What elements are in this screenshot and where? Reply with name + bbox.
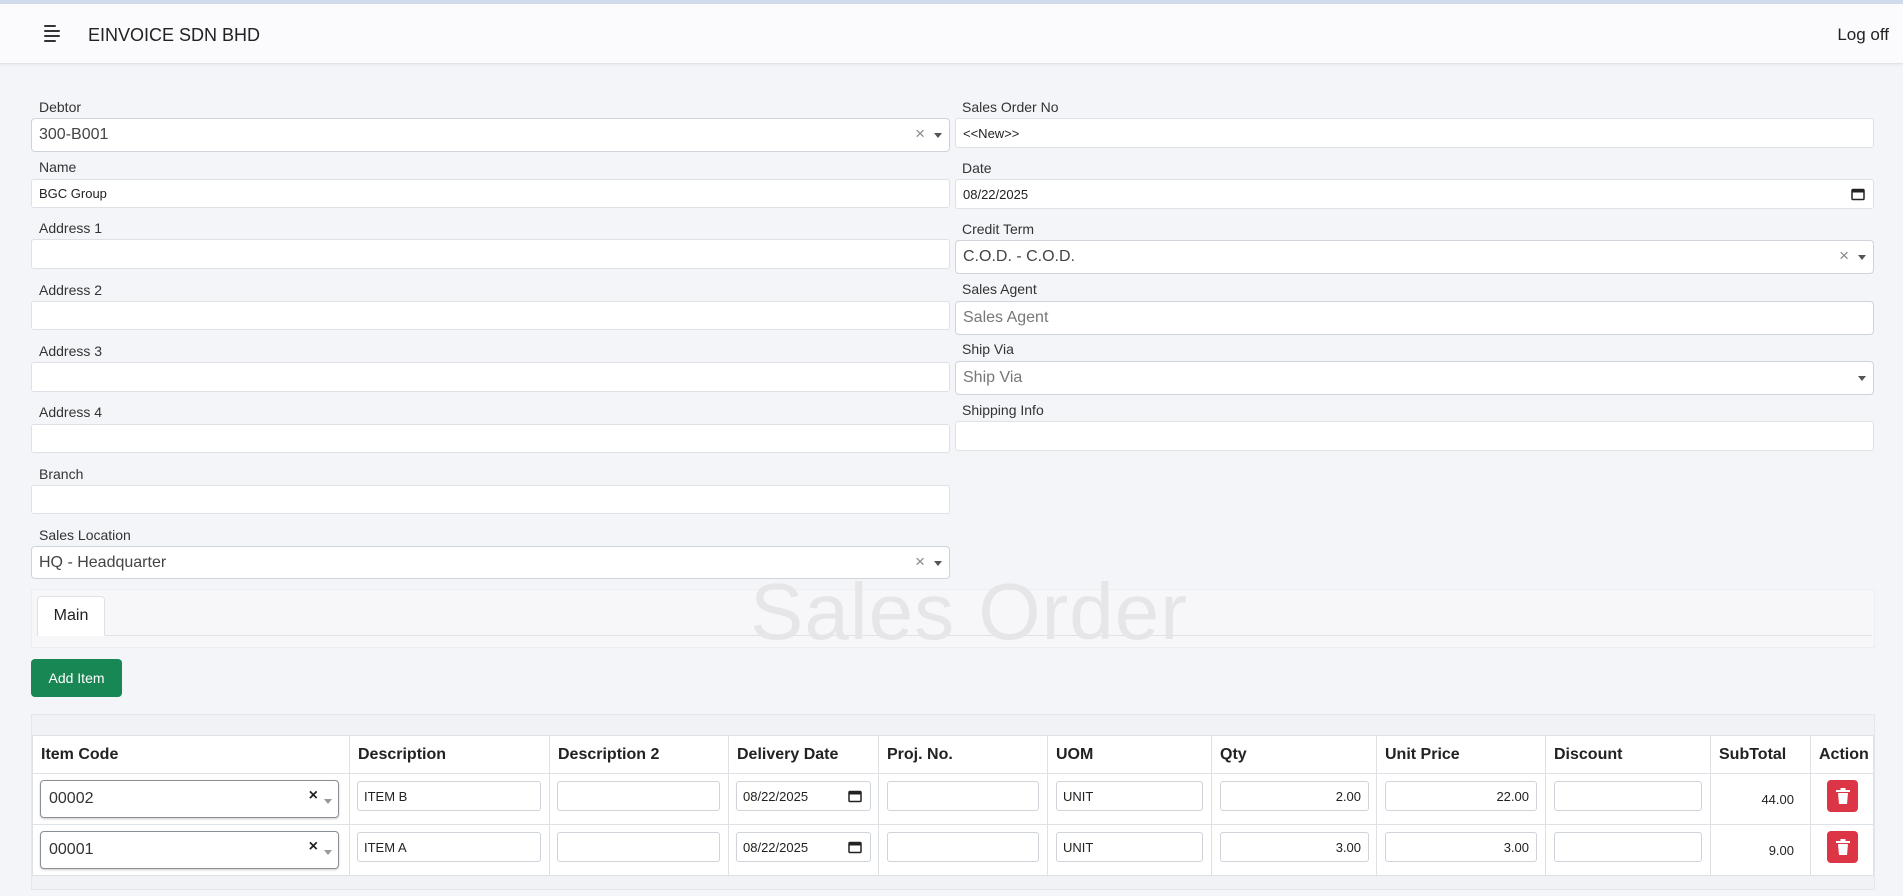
- add-item-button[interactable]: Add Item: [31, 659, 122, 697]
- item-code-select[interactable]: 00001 ×: [40, 831, 339, 869]
- item-code-value: 00001: [49, 841, 94, 858]
- column-header: Proj. No.: [878, 735, 1048, 774]
- unit-price-input[interactable]: 3.00: [1385, 832, 1537, 862]
- chevron-down-icon[interactable]: [324, 799, 332, 804]
- debtor-value: 300-B001: [39, 126, 109, 143]
- logoff-link[interactable]: Log off: [1837, 25, 1889, 45]
- calendar-icon[interactable]: [848, 841, 862, 854]
- description2-input[interactable]: [557, 781, 720, 811]
- chevron-down-icon[interactable]: [324, 850, 332, 855]
- table-row: 00001 × ITEM A 08/22/2025 UNIT 3.00 3.00…: [32, 824, 1874, 876]
- proj-no-input[interactable]: [887, 832, 1039, 862]
- tab-main[interactable]: Main: [37, 596, 105, 636]
- shipping-info-input[interactable]: [955, 421, 1874, 451]
- items-grid: Item Code Description Description 2 Deli…: [31, 714, 1875, 890]
- delete-row-button[interactable]: [1827, 831, 1858, 863]
- sales-agent-placeholder: Sales Agent: [963, 309, 1049, 326]
- address2-label: Address 2: [39, 282, 103, 298]
- uom-input[interactable]: UNIT: [1056, 781, 1203, 811]
- delivery-date-value: 08/22/2025: [743, 788, 809, 804]
- item-code-value: 00002: [49, 790, 94, 807]
- sales-location-label: Sales Location: [39, 527, 131, 543]
- brand-title: EINVOICE SDN BHD: [88, 25, 261, 45]
- address4-input[interactable]: [31, 424, 950, 453]
- column-header: Unit Price: [1376, 735, 1546, 774]
- calendar-icon[interactable]: [1851, 188, 1865, 201]
- subtotal-value: 44.00: [1761, 792, 1794, 807]
- branch-input[interactable]: [31, 485, 950, 514]
- clear-icon[interactable]: ×: [309, 787, 318, 805]
- branch-label: Branch: [39, 466, 84, 482]
- credit-term-select[interactable]: C.O.D. - C.O.D. ×: [955, 240, 1874, 274]
- calendar-icon[interactable]: [848, 790, 862, 803]
- column-header: Delivery Date: [728, 735, 879, 774]
- delete-row-button[interactable]: [1827, 780, 1858, 812]
- qty-input[interactable]: 2.00: [1220, 781, 1369, 811]
- trash-icon: [1835, 788, 1850, 804]
- chevron-down-icon[interactable]: [934, 133, 942, 138]
- shipping-info-label: Shipping Info: [962, 402, 1044, 418]
- items-table: Item Code Description Description 2 Deli…: [32, 735, 1874, 876]
- column-header: Description: [349, 735, 550, 774]
- credit-term-value: C.O.D. - C.O.D.: [963, 248, 1075, 265]
- column-header: Item Code: [32, 735, 350, 774]
- discount-input[interactable]: [1554, 781, 1702, 811]
- trash-icon: [1835, 839, 1850, 855]
- name-input[interactable]: BGC Group: [31, 179, 950, 208]
- date-value: 08/22/2025: [963, 186, 1029, 202]
- column-header: Qty: [1211, 735, 1377, 774]
- sales-order-no-label: Sales Order No: [962, 99, 1059, 115]
- debtor-label: Debtor: [39, 99, 82, 115]
- subtotal-value: 9.00: [1768, 843, 1794, 858]
- table-row: 00002 × ITEM B 08/22/2025 UNIT 2.00 22.0…: [32, 773, 1874, 825]
- column-header: Action: [1810, 735, 1874, 774]
- debtor-select[interactable]: 300-B001 ×: [31, 118, 950, 152]
- uom-input[interactable]: UNIT: [1056, 832, 1203, 862]
- discount-input[interactable]: [1554, 832, 1702, 862]
- item-code-select[interactable]: 00002 ×: [40, 780, 339, 818]
- description2-input[interactable]: [557, 832, 720, 862]
- column-header: Description 2: [549, 735, 729, 774]
- qty-input[interactable]: 3.00: [1220, 832, 1369, 862]
- date-input[interactable]: 08/22/2025: [955, 179, 1874, 209]
- ship-via-label: Ship Via: [962, 341, 1014, 357]
- clear-icon[interactable]: ×: [915, 124, 925, 144]
- navbar: EINVOICE SDN BHD Log off: [0, 4, 1903, 64]
- ship-via-select[interactable]: Ship Via: [955, 361, 1874, 395]
- menu-icon[interactable]: [41, 22, 63, 44]
- sales-order-no-input[interactable]: <<New>>: [955, 118, 1874, 148]
- column-header: Discount: [1545, 735, 1711, 774]
- address4-label: Address 4: [39, 404, 103, 420]
- proj-no-input[interactable]: [887, 781, 1039, 811]
- chevron-down-icon[interactable]: [934, 560, 942, 566]
- clear-icon[interactable]: ×: [309, 838, 318, 856]
- column-header: SubTotal: [1710, 735, 1811, 774]
- tab-panel: Main: [31, 589, 1875, 648]
- sales-agent-label: Sales Agent: [962, 281, 1037, 297]
- date-label: Date: [962, 160, 992, 176]
- sales-location-value: HQ - Headquarter: [39, 553, 167, 571]
- unit-price-input[interactable]: 22.00: [1385, 781, 1537, 811]
- clear-icon[interactable]: ×: [915, 552, 925, 572]
- table-header-row: Item Code Description Description 2 Deli…: [32, 735, 1874, 774]
- ship-via-placeholder: Ship Via: [963, 369, 1023, 386]
- address3-label: Address 3: [39, 343, 103, 359]
- address3-input[interactable]: [31, 362, 950, 392]
- description-input[interactable]: ITEM A: [357, 832, 541, 862]
- delivery-date-input[interactable]: 08/22/2025: [736, 781, 871, 811]
- sales-location-select[interactable]: HQ - Headquarter ×: [31, 546, 950, 579]
- chevron-down-icon[interactable]: [1858, 255, 1866, 260]
- name-label: Name: [39, 159, 77, 175]
- address2-input[interactable]: [31, 301, 950, 330]
- address1-label: Address 1: [39, 220, 103, 236]
- delivery-date-value: 08/22/2025: [743, 839, 809, 855]
- address1-input[interactable]: [31, 239, 950, 269]
- description-input[interactable]: ITEM B: [357, 781, 541, 811]
- sales-agent-input[interactable]: Sales Agent: [955, 301, 1874, 335]
- credit-term-label: Credit Term: [962, 221, 1035, 237]
- clear-icon[interactable]: ×: [1839, 246, 1849, 266]
- chevron-down-icon[interactable]: [1858, 376, 1866, 381]
- delivery-date-input[interactable]: 08/22/2025: [736, 832, 871, 862]
- column-header: UOM: [1047, 735, 1212, 774]
